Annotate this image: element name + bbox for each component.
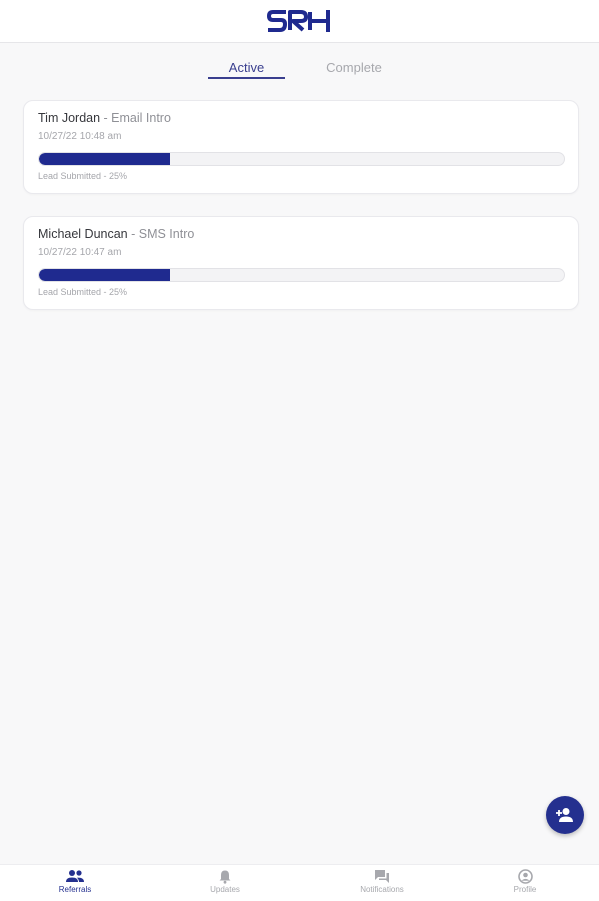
progress-fill (39, 269, 171, 281)
nav-label: Referrals (58, 885, 92, 894)
status-tabs: Active Complete (0, 56, 599, 82)
progress-bar (38, 268, 565, 282)
nav-label: Notifications (360, 885, 404, 894)
referral-type: SMS Intro (138, 227, 195, 241)
referral-status: Lead Submitted - 25% (38, 171, 128, 181)
tab-complete[interactable]: Complete (312, 60, 396, 75)
nav-item-referrals[interactable]: Referrals (25, 869, 125, 899)
account-circle-icon (517, 869, 533, 884)
bell-icon (219, 870, 231, 884)
nav-item-profile[interactable]: Profile (475, 869, 575, 899)
referral-date: 10/27/22 10:47 am (38, 247, 122, 258)
referral-type: Email Intro (111, 111, 171, 125)
referral-card[interactable]: Michael Duncan - SMS Intro 10/27/22 10:4… (23, 216, 579, 310)
srh-logo (266, 10, 330, 32)
nav-item-notifications[interactable]: Notifications (332, 869, 432, 899)
tab-active[interactable]: Active (208, 60, 285, 75)
title-separator: - (100, 111, 112, 125)
referral-name: Michael Duncan (38, 227, 128, 241)
referral-status: Lead Submitted - 25% (38, 287, 128, 297)
referral-name: Tim Jordan (38, 111, 101, 125)
bottom-navigation: Referrals Updates Notifications Profile (0, 864, 599, 901)
referral-card[interactable]: Tim Jordan - Email Intro 10/27/22 10:48 … (23, 100, 579, 194)
referral-title: Michael Duncan - SMS Intro (38, 227, 194, 241)
nav-item-updates[interactable]: Updates (175, 869, 275, 899)
app-header (0, 0, 599, 43)
progress-fill (39, 153, 171, 165)
referral-title: Tim Jordan - Email Intro (38, 111, 171, 125)
chat-icon (375, 870, 389, 883)
add-referral-button[interactable] (546, 796, 584, 834)
referral-date: 10/27/22 10:48 am (38, 131, 122, 142)
nav-label: Profile (513, 885, 537, 894)
nav-label: Updates (210, 885, 240, 894)
add-person-icon (556, 808, 573, 822)
people-icon (66, 870, 84, 882)
title-separator: - (127, 227, 139, 241)
progress-bar (38, 152, 565, 166)
active-tab-indicator (208, 77, 285, 79)
